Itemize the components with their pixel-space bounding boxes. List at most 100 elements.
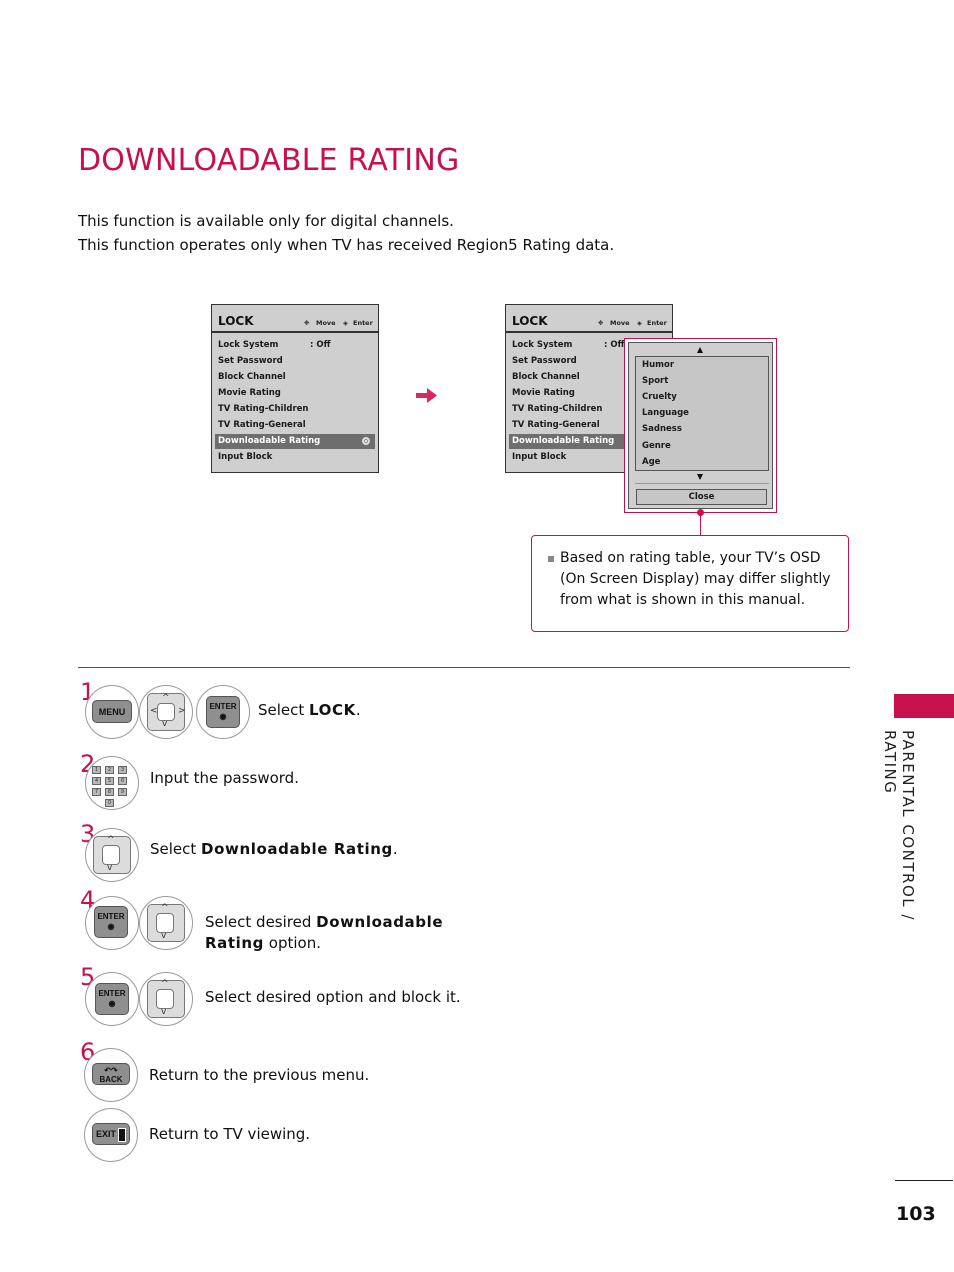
enter-key-label: ENTER [209,702,237,711]
osd-lock-menu-before: LOCK ✥ Move ◈ Enter Lock System: Off Set… [211,304,379,473]
num-key-0[interactable]: 0 [105,799,114,807]
scroll-down-icon[interactable] [697,474,703,480]
move-icon: ✥ [304,319,310,327]
menu-item-set-password[interactable]: Set Password [215,354,375,369]
close-button[interactable]: Close [636,489,767,505]
num-key-7[interactable]: 7 [92,788,101,796]
enter-dot-icon: ◉ [108,999,116,1008]
arrow-right-icon [416,388,437,403]
step-text-post: . [392,840,398,858]
note-box: Based on rating table, your TV’s OSD (On… [531,535,849,632]
up-arrow-icon: ^ [161,979,169,989]
menu-item-value: : Off [604,340,625,350]
num-key-4[interactable]: 4 [92,777,101,785]
menu-item-downloadable-rating[interactable]: Downloadable Rating [215,434,375,449]
num-key-1[interactable]: 1 [92,766,101,774]
hint-enter: Enter [353,319,373,327]
back-key[interactable]: ↶↷ BACK [92,1063,130,1085]
num-key-6[interactable]: 6 [118,777,127,785]
menu-item-tv-rating-children[interactable]: TV Rating-Children [215,402,375,417]
menu-item-label: Downloadable Rating [218,436,321,446]
menu-item-label: Lock System [218,340,279,350]
intro-line-2: This function operates only when TV has … [78,236,615,254]
step-text-pre: Select desired [205,913,317,931]
osd-header: LOCK ✥ Move ◈ Enter [212,305,378,333]
down-arrow-icon: v [161,931,167,941]
section-label: PARENTAL CONTROL / RATING [881,730,917,921]
option-age[interactable]: Age [642,457,660,467]
menu-item-label: Lock System [512,340,573,350]
enter-key-label: ENTER [98,989,126,998]
page-number-rule [895,1180,953,1181]
option-language[interactable]: Language [642,408,689,418]
enter-key[interactable]: ENTER ◉ [206,696,240,728]
step-4-text: Select desired Downloadable Rating option… [205,912,443,954]
menu-key[interactable]: MENU [92,700,132,723]
menu-item-input-block[interactable]: Input Block [215,450,375,465]
enter-icon: ◈ [637,319,642,327]
exit-door-icon [118,1127,127,1142]
note-text: Based on rating table, your TV’s OSD (On… [560,550,831,608]
exit-key[interactable]: EXIT [92,1123,130,1145]
step-exit-text: Return to TV viewing. [149,1125,311,1143]
step-text-bold: Downloadable Rating [201,840,393,858]
left-arrow-icon: < [150,706,158,716]
dpad-ok[interactable] [156,913,174,933]
down-arrow-icon: v [161,1007,167,1017]
enter-key-label: ENTER [97,912,125,921]
up-arrow-icon: ^ [107,835,115,845]
step-5-text: Select desired option and block it. [205,988,461,1006]
page-title: DOWNLOADABLE RATING [78,143,460,178]
option-cruelty[interactable]: Cruelty [642,392,677,402]
step-2-text: Input the password. [150,769,299,787]
up-arrow-icon: ^ [162,693,170,703]
menu-item-tv-rating-general[interactable]: TV Rating-General [215,418,375,433]
osd-title: LOCK [512,314,548,328]
page-number: 103 [896,1203,936,1225]
step-text-bold: Downloadable [316,913,444,931]
menu-item-movie-rating[interactable]: Movie Rating [215,386,375,401]
option-sport[interactable]: Sport [642,376,668,386]
num-key-2[interactable]: 2 [105,766,114,774]
hint-enter: Enter [647,319,667,327]
dpad-ok[interactable] [156,989,174,1009]
option-genre[interactable]: Genre [642,441,671,451]
step-text-bold: LOCK [309,701,356,719]
option-sadness[interactable]: Sadness [642,424,682,434]
step-text-pre: Select [258,701,310,719]
hint-move: Move [610,319,630,327]
exit-key-label: EXIT [96,1129,117,1139]
option-humor[interactable]: Humor [642,360,674,370]
section-tab [894,694,954,718]
back-key-label: BACK [99,1075,123,1084]
num-key-5[interactable]: 5 [105,777,114,785]
enter-icon: ◈ [343,319,348,327]
enter-key[interactable]: ENTER ◉ [94,906,128,938]
enter-radio-icon [362,437,370,445]
intro-line-1: This function is available only for digi… [78,212,454,230]
up-arrow-icon: ^ [161,903,169,913]
step-text-post: . [355,701,361,719]
rating-options-popup: Humor Sport Cruelty Language Sadness Gen… [628,342,773,509]
menu-item-lock-system[interactable]: Lock System: Off [215,338,375,353]
back-arrow-icon: ↶↷ [104,1066,118,1075]
hint-move: Move [316,319,336,327]
menu-item-block-channel[interactable]: Block Channel [215,370,375,385]
divider [635,483,769,484]
step-6-text: Return to the previous menu. [149,1066,370,1084]
callout-dot [697,509,704,516]
step-3-text: Select Downloadable Rating. [150,840,398,858]
num-key-9[interactable]: 9 [118,788,127,796]
enter-key[interactable]: ENTER ◉ [95,983,129,1015]
num-key-3[interactable]: 3 [118,766,127,774]
step-text-bold-2: Rating [205,934,265,952]
osd-header: LOCK ✥ Move ◈ Enter [506,305,672,333]
step-text-pre: Select [150,840,202,858]
dpad-ok[interactable] [102,845,120,865]
scroll-up-icon[interactable] [697,347,703,353]
step-text-post: option. [264,934,321,952]
num-key-8[interactable]: 8 [105,788,114,796]
enter-dot-icon: ◉ [219,712,227,721]
section-divider [78,667,850,668]
rating-options-list: Humor Sport Cruelty Language Sadness Gen… [635,356,769,471]
